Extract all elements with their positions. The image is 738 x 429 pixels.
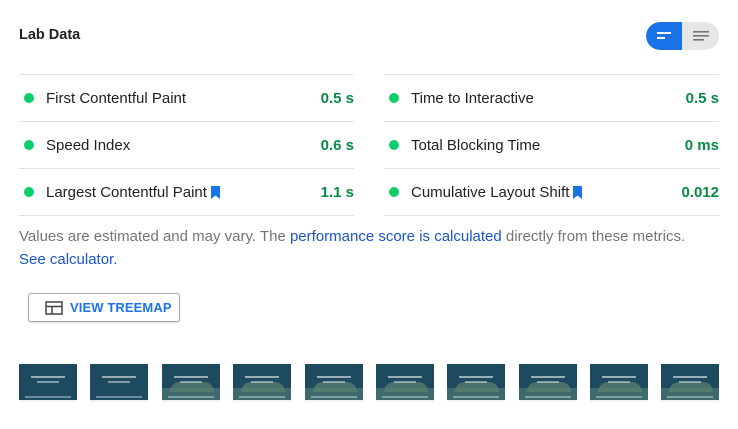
metric-value: 0.5 s bbox=[320, 89, 354, 107]
filmstrip-frame bbox=[447, 364, 505, 402]
performance-score-link[interactable]: performance score is calculated bbox=[290, 228, 502, 245]
filmstrip-frame bbox=[519, 364, 577, 402]
metrics-column-left: First Contentful Paint 0.5 s Speed Index… bbox=[19, 74, 354, 216]
filmstrip-frame bbox=[661, 364, 719, 402]
metric-label: Largest Contentful Paint bbox=[46, 183, 207, 201]
filmstrip-frame bbox=[233, 364, 291, 402]
treemap-icon bbox=[45, 300, 63, 315]
list-view-icon bbox=[693, 31, 709, 41]
summary-view-icon bbox=[657, 32, 671, 39]
metric-value: 0.012 bbox=[681, 183, 719, 201]
metric-value: 1.1 s bbox=[320, 183, 354, 201]
filmstrip bbox=[19, 364, 719, 406]
note-text-start: Values are estimated and may vary. The bbox=[19, 228, 290, 245]
metric-label: Speed Index bbox=[46, 136, 131, 154]
list-view-toggle[interactable] bbox=[683, 22, 719, 50]
metric-cumulative-layout-shift: Cumulative Layout Shift 0.012 bbox=[384, 168, 719, 216]
metric-largest-contentful-paint: Largest Contentful Paint 1.1 s bbox=[19, 168, 354, 216]
metric-value: 0.5 s bbox=[685, 89, 719, 107]
section-title: Lab Data bbox=[19, 27, 81, 43]
summary-view-toggle[interactable] bbox=[646, 22, 682, 50]
view-treemap-button[interactable]: VIEW TREEMAP bbox=[28, 293, 180, 322]
metrics-column-right: Time to Interactive 0.5 s Total Blocking… bbox=[384, 74, 719, 216]
bookmark-icon bbox=[210, 185, 220, 199]
view-toggle[interactable] bbox=[646, 22, 719, 50]
bookmark-icon bbox=[573, 185, 583, 199]
metric-total-blocking-time: Total Blocking Time 0 ms bbox=[384, 121, 719, 168]
view-treemap-label: VIEW TREEMAP bbox=[70, 300, 172, 315]
metric-speed-index: Speed Index 0.6 s bbox=[19, 121, 354, 168]
pass-indicator-icon bbox=[24, 187, 34, 197]
filmstrip-frame bbox=[376, 364, 434, 402]
pass-indicator-icon bbox=[24, 93, 34, 103]
metric-label: First Contentful Paint bbox=[46, 89, 187, 107]
filmstrip-frame bbox=[162, 364, 220, 402]
filmstrip-frame bbox=[590, 364, 648, 402]
lab-data-header: Lab Data bbox=[19, 22, 719, 50]
pass-indicator-icon bbox=[389, 187, 399, 197]
metric-label: Time to Interactive bbox=[411, 89, 534, 107]
metric-label: Cumulative Layout Shift bbox=[411, 183, 570, 201]
metric-label: Total Blocking Time bbox=[411, 136, 541, 154]
pass-indicator-icon bbox=[389, 140, 399, 150]
filmstrip-frame bbox=[19, 364, 77, 402]
metric-first-contentful-paint: First Contentful Paint 0.5 s bbox=[19, 74, 354, 121]
metric-time-to-interactive: Time to Interactive 0.5 s bbox=[384, 74, 719, 121]
see-calculator-link[interactable]: See calculator. bbox=[19, 251, 117, 268]
pass-indicator-icon bbox=[389, 93, 399, 103]
metric-value: 0.6 s bbox=[320, 136, 354, 154]
filmstrip-frame bbox=[305, 364, 363, 402]
filmstrip-frame bbox=[90, 364, 148, 402]
estimate-note: Values are estimated and may vary. The p… bbox=[19, 225, 709, 271]
note-text-middle: directly from these metrics. bbox=[501, 228, 686, 245]
metric-value: 0 ms bbox=[684, 136, 719, 154]
pass-indicator-icon bbox=[24, 140, 34, 150]
